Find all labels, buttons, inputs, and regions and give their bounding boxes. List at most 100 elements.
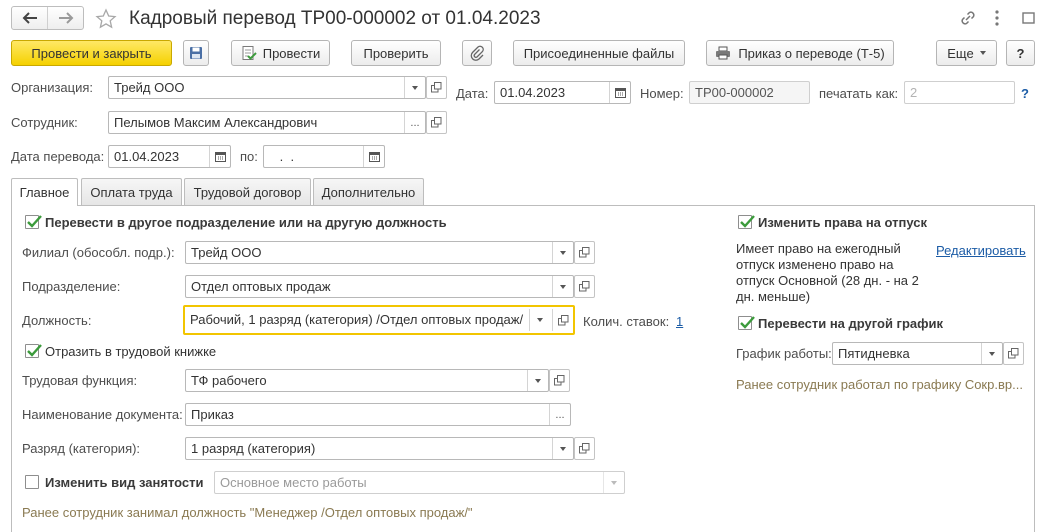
transfer-date-calendar-button[interactable] (209, 146, 230, 167)
org-open-button[interactable] (426, 76, 447, 99)
number-field[interactable]: ТР00-000002 (689, 81, 810, 104)
department-dropdown[interactable] (552, 276, 573, 297)
tab-payment[interactable]: Оплата труда (81, 178, 182, 205)
transfer-date-label: Дата перевода: (11, 149, 105, 164)
employee-open-button[interactable] (426, 111, 447, 134)
employee-select-button[interactable]: ... (404, 112, 425, 133)
employee-field[interactable]: Пелымов Максим Александрович ... (108, 111, 426, 134)
vacation-checkbox-label: Изменить права на отпуск (758, 215, 927, 230)
more-menu-button[interactable] (990, 8, 1004, 28)
star-icon (95, 8, 117, 29)
org-value: Трейд ООО (114, 80, 185, 95)
branch-open-button[interactable] (574, 241, 595, 264)
position-value: Рабочий, 1 разряд (категория) /Отдел опт… (190, 312, 524, 327)
grade-field[interactable]: 1 разряд (категория) (185, 437, 574, 460)
schedule-open-button[interactable] (1003, 342, 1024, 365)
help-button[interactable]: ? (1006, 40, 1035, 66)
to-date-field[interactable]: . . (263, 145, 385, 168)
tab-additional[interactable]: Дополнительно (313, 178, 424, 205)
print-as-field[interactable]: 2 (904, 81, 1015, 104)
branch-dropdown[interactable] (552, 242, 573, 263)
transfer-checkbox[interactable] (25, 215, 42, 229)
employment-type-checkbox[interactable] (25, 475, 39, 489)
open-icon (557, 314, 568, 325)
link-button[interactable] (958, 8, 978, 28)
schedule-value: Пятидневка (838, 346, 910, 361)
more-button-label: Еще (947, 45, 974, 61)
checkmark-icon (740, 316, 755, 329)
open-icon (1008, 348, 1019, 359)
chevron-down-icon (412, 85, 418, 90)
save-button[interactable] (183, 40, 209, 66)
print-as-placeholder: 2 (910, 85, 918, 100)
print-as-help[interactable]: ? (1021, 86, 1029, 102)
window-title: Кадровый перевод ТР00-000002 от 01.04.20… (129, 8, 541, 29)
position-dropdown[interactable] (529, 309, 550, 331)
grade-label: Разряд (категория): (22, 441, 141, 456)
chevron-down-icon (611, 480, 617, 485)
favorite-button[interactable] (95, 8, 117, 30)
tab-labor-contract[interactable]: Трудовой договор (184, 178, 311, 205)
grade-dropdown[interactable] (552, 438, 573, 459)
print-order-button[interactable]: Приказ о переводе (Т-5) (706, 40, 894, 66)
workbook-checkbox-label: Отразить в трудовой книжке (45, 344, 217, 359)
chevron-down-icon (560, 446, 566, 451)
transfer-date-field[interactable]: 01.04.2023 (108, 145, 231, 168)
date-calendar-button[interactable] (609, 82, 630, 103)
employment-type-dropdown[interactable] (603, 472, 624, 493)
attach-button[interactable] (462, 40, 492, 66)
checkmark-icon (27, 215, 42, 228)
position-field[interactable]: Рабочий, 1 разряд (категория) /Отдел опт… (183, 305, 575, 335)
labor-function-field[interactable]: ТФ рабочего (185, 369, 549, 392)
grade-open-button[interactable] (574, 437, 595, 460)
transfer-date-value: 01.04.2023 (114, 149, 180, 164)
org-field[interactable]: Трейд ООО (108, 76, 426, 99)
post-button[interactable]: Провести (231, 40, 330, 66)
schedule-checkbox[interactable] (738, 316, 755, 330)
schedule-dropdown[interactable] (981, 343, 1002, 364)
open-icon (554, 375, 565, 386)
chevron-down-icon (560, 250, 566, 255)
employee-value: Пелымов Максим Александрович (114, 115, 318, 130)
doc-name-select-button[interactable]: ... (549, 404, 570, 425)
department-field[interactable]: Отдел оптовых продаж (185, 275, 574, 298)
maximize-button[interactable] (1020, 8, 1038, 28)
forward-button[interactable] (48, 7, 84, 29)
vacation-checkbox[interactable] (738, 215, 755, 229)
department-value: Отдел оптовых продаж (191, 279, 331, 294)
to-date-calendar-button[interactable] (363, 146, 384, 167)
chevron-down-icon (979, 51, 986, 55)
grade-value: 1 разряд (категория) (191, 441, 316, 456)
branch-label: Филиал (обособл. подр.): (22, 245, 175, 260)
employment-type-checkbox-label: Изменить вид занятости (45, 475, 204, 490)
schedule-field[interactable]: Пятидневка (832, 342, 1003, 365)
edit-vacation-link[interactable]: Редактировать (936, 243, 1026, 259)
chevron-down-icon (989, 351, 995, 356)
checkmark-icon (27, 344, 42, 357)
number-label: Номер: (640, 86, 684, 101)
labor-function-dropdown[interactable] (527, 370, 548, 391)
check-button[interactable]: Проверить (351, 40, 441, 66)
attached-files-button[interactable]: Присоединенные файлы (513, 40, 685, 66)
doc-name-field[interactable]: Приказ ... (185, 403, 571, 426)
labor-function-open-button[interactable] (549, 369, 570, 392)
workbook-checkbox[interactable] (25, 344, 42, 358)
employment-type-field[interactable]: Основное место работы (214, 471, 625, 494)
org-dropdown[interactable] (404, 77, 425, 98)
position-label: Должность: (22, 313, 92, 328)
schedule-label: График работы: (736, 346, 832, 361)
date-field[interactable]: 01.04.2023 (494, 81, 631, 104)
back-button[interactable] (12, 7, 48, 29)
department-open-button[interactable] (574, 275, 595, 298)
position-open-button[interactable] (552, 309, 573, 331)
print-order-label: Приказ о переводе (Т-5) (738, 45, 885, 61)
tab-main[interactable]: Главное (11, 178, 78, 206)
post-and-close-button[interactable]: Провести и закрыть (11, 40, 172, 66)
more-button[interactable]: Еще (936, 40, 997, 66)
employment-type-value: Основное место работы (220, 475, 367, 490)
transfer-checkbox-label: Перевести в другое подразделение или на … (45, 215, 447, 230)
rates-value-link[interactable]: 1 (676, 314, 683, 330)
branch-value: Трейд ООО (191, 245, 262, 260)
date-value: 01.04.2023 (500, 85, 566, 100)
branch-field[interactable]: Трейд ООО (185, 241, 574, 264)
